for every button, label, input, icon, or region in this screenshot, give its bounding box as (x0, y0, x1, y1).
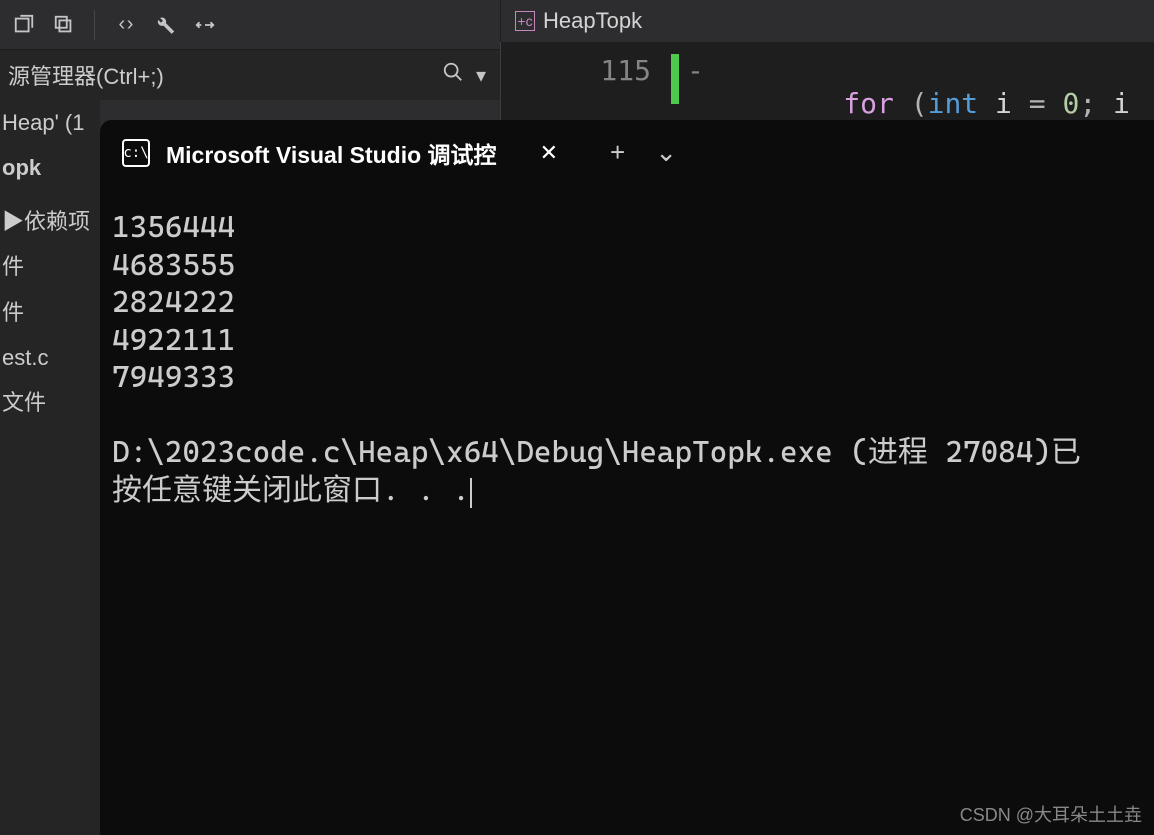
terminal-tab-title: Microsoft Visual Studio 调试控 (166, 136, 524, 170)
editor-tab-heaptopk[interactable]: +c HeapTopk (515, 8, 642, 34)
explorer-item-file[interactable]: est.c (0, 335, 100, 380)
terminal-controls: + ⌄ (580, 137, 707, 168)
output-line: 2824222 (112, 284, 1142, 322)
wrench-icon[interactable] (149, 9, 181, 41)
line-number-gutter: 115 (501, 42, 671, 122)
explorer-item-deps[interactable]: ▶依赖项 (0, 199, 100, 244)
terminal-output[interactable]: 13564444683555282422249221117949333 D:\2… (100, 185, 1154, 533)
project-node[interactable]: opk (0, 145, 100, 190)
new-tab-button[interactable]: + (610, 137, 625, 168)
tab-dropdown-icon[interactable]: ⌄ (655, 137, 677, 168)
sync-icon[interactable] (189, 9, 221, 41)
solution-explorer: Heap' (1 opk ▶依赖项 件 件 est.c 文件 (0, 100, 100, 835)
terminal-tabbar: c:\ Microsoft Visual Studio 调试控 ✕ + ⌄ (100, 120, 1154, 185)
close-icon[interactable]: ✕ (540, 140, 558, 166)
debug-console-window: c:\ Microsoft Visual Studio 调试控 ✕ + ⌄ 13… (100, 120, 1154, 835)
editor-tab-label: HeapTopk (543, 8, 642, 34)
terminal-tab[interactable]: c:\ Microsoft Visual Studio 调试控 ✕ (100, 120, 580, 185)
search-icon[interactable] (436, 61, 470, 89)
prompt-line: 按任意键关闭此窗口. . . (112, 473, 470, 508)
search-input[interactable]: 源管理器(Ctrl+;) (8, 59, 436, 91)
copy-icon[interactable] (48, 9, 80, 41)
dropdown-icon[interactable]: ▾ (470, 63, 492, 88)
toolbar-left-group: ‹ › (8, 9, 221, 41)
code-editor[interactable]: 115 - for (int i = 0; i (500, 42, 1154, 122)
change-indicator (671, 54, 679, 104)
cpp-file-icon: +c (515, 11, 535, 31)
output-line: 1356444 (112, 209, 1142, 247)
solution-node[interactable]: Heap' (1 (0, 100, 100, 145)
exit-line: D:\2023code.c\Heap\x64\Debug\HeapTopk.ex… (112, 434, 1142, 472)
toolbar-divider (94, 10, 95, 40)
explorer-item[interactable]: 件 (0, 244, 100, 289)
output-line: 4683555 (112, 247, 1142, 285)
explorer-item[interactable] (0, 191, 100, 199)
type-int: int (928, 87, 979, 120)
watermark: CSDN @大耳朵土土垚 (960, 801, 1142, 827)
collapse-icon[interactable]: - (679, 42, 716, 122)
code-line: for (int i = 0; i (716, 42, 1130, 122)
output-line: 4922111 (112, 322, 1142, 360)
explorer-item[interactable]: 文件 (0, 380, 100, 425)
code-icon[interactable]: ‹ › (109, 9, 141, 41)
back-icon[interactable] (8, 9, 40, 41)
terminal-icon: c:\ (122, 139, 150, 167)
line-number: 115 (501, 54, 651, 87)
keyword-for: for (843, 87, 894, 120)
explorer-search-row: 源管理器(Ctrl+;) ▾ (0, 50, 500, 100)
explorer-item[interactable]: 件 (0, 290, 100, 335)
output-line: 7949333 (112, 359, 1142, 397)
editor-tabbar: +c HeapTopk (500, 0, 642, 42)
cursor (470, 478, 472, 508)
